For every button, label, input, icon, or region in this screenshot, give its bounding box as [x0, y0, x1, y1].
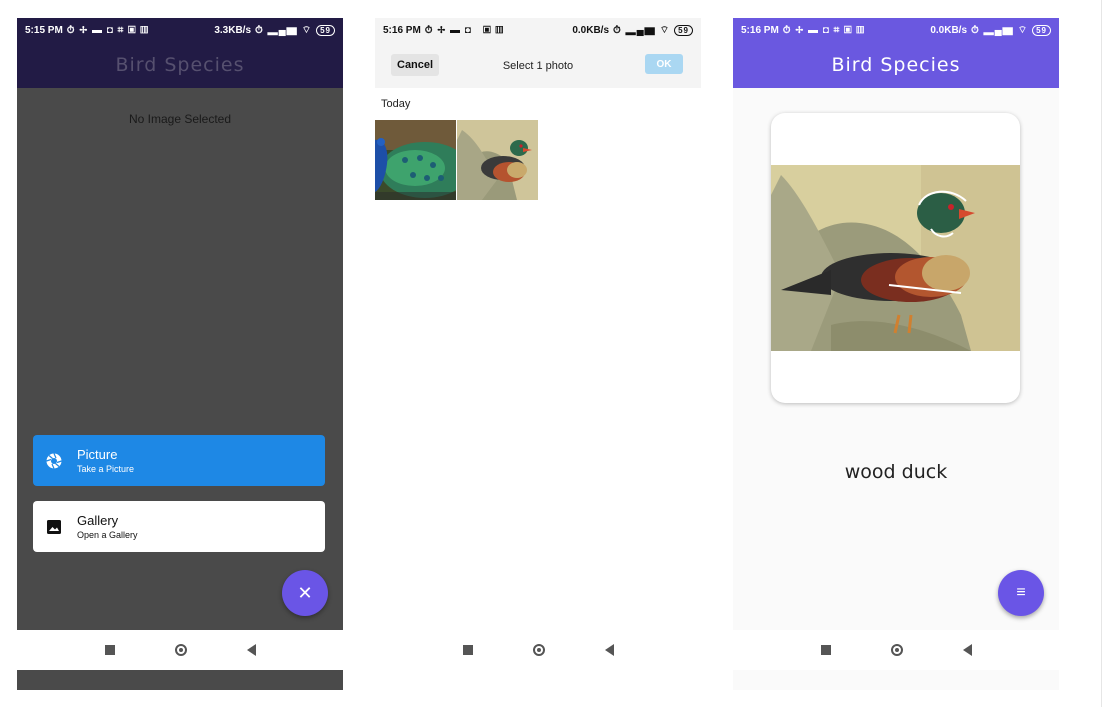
status-bar: 5:16 PM ⏱ ✢ ▬ ◘ ▣ ▥ 0.0KB/s ⏱ ▂▄▆ ⌔ 59 [375, 18, 701, 42]
system-nav-bar [375, 630, 701, 670]
phone-screen-picker: 5:16 PM ⏱ ✢ ▬ ◘ ▣ ▥ 0.0KB/s ⏱ ▂▄▆ ⌔ 59 C… [375, 18, 701, 690]
wifi-icon: ⌔ [301, 24, 313, 36]
battery-icon: 59 [674, 24, 693, 36]
app-title: Bird Species [733, 42, 1059, 88]
home-button[interactable] [174, 644, 187, 656]
picker-toolbar: Cancel Select 1 photo OK [375, 42, 701, 88]
picture-option-subtitle: Take a Picture [77, 464, 135, 474]
status-time: 5:16 PM [741, 24, 779, 36]
empty-state-message: No Image Selected [128, 112, 232, 126]
wifi-icon: ⌔ [1017, 24, 1029, 36]
battery-icon: 59 [1032, 24, 1051, 36]
status-bar: 5:16 PM ⏱ ✢ ▬ ◘ ⌗ ▣ ▥ 0.0KB/s ⏱ ▂▄▆ ⌔ 59 [733, 18, 1059, 42]
back-button[interactable] [962, 644, 972, 656]
home-button[interactable] [532, 644, 545, 656]
recents-button[interactable] [462, 645, 473, 655]
home-button[interactable] [890, 644, 903, 656]
app-title: Bird Species [17, 42, 343, 88]
menu-fab-button[interactable]: ≡ [998, 570, 1044, 616]
status-bar: 5:15 PM ⏱ ✢ ▬ ◘ ⌗ ▣ ▥ 3.3KB/s ⏱ ▂▄▆ ⌔ 59 [17, 18, 343, 42]
status-icons: ⏱ ✢ ▬ ◘ ⌗ ▣ ▥ [66, 24, 150, 36]
network-speed: 0.0KB/s [572, 24, 610, 36]
status-icons: ⏱ ✢ ▬ ◘ ▣ ▥ [424, 24, 505, 36]
selected-bird-photo [771, 165, 1020, 351]
menu-icon: ≡ [1016, 584, 1026, 601]
phone-screen-result: 5:16 PM ⏱ ✢ ▬ ◘ ⌗ ▣ ▥ 0.0KB/s ⏱ ▂▄▆ ⌔ 59… [733, 18, 1059, 690]
back-button[interactable] [604, 644, 614, 656]
battery-icon: 59 [316, 24, 335, 36]
signal-icon: ⏱ ▂▄▆ [613, 24, 656, 36]
camera-shutter-icon [45, 452, 63, 470]
section-label: Today [381, 98, 411, 110]
system-nav-bar [733, 630, 1059, 670]
gallery-option-button[interactable]: Gallery Open a Gallery [33, 501, 325, 552]
prediction-label: wood duck [844, 461, 948, 483]
recents-button[interactable] [820, 645, 831, 655]
gallery-option-title: Gallery [77, 513, 119, 528]
close-fab-button[interactable]: ✕ [282, 570, 328, 616]
peacock-thumbnail[interactable] [375, 120, 456, 200]
image-card [771, 113, 1020, 403]
picture-option-button[interactable]: Picture Take a Picture [33, 435, 325, 486]
page-scrollbar[interactable] [1101, 0, 1107, 707]
status-time: 5:16 PM [383, 24, 421, 36]
recents-button[interactable] [104, 645, 115, 655]
picture-option-title: Picture [77, 447, 118, 462]
network-speed: 3.3KB/s [214, 24, 252, 36]
back-button[interactable] [246, 644, 256, 656]
system-nav-bar [17, 630, 343, 670]
wood-duck-thumbnail[interactable] [457, 120, 538, 200]
signal-icon: ⏱ ▂▄▆ [971, 24, 1014, 36]
network-speed: 0.0KB/s [930, 24, 968, 36]
gallery-option-subtitle: Open a Gallery [77, 530, 138, 540]
status-time: 5:15 PM [25, 24, 63, 36]
phone-screen-empty: 5:15 PM ⏱ ✢ ▬ ◘ ⌗ ▣ ▥ 3.3KB/s ⏱ ▂▄▆ ⌔ 59… [17, 18, 343, 690]
signal-icon: ⏱ ▂▄▆ [255, 24, 298, 36]
close-icon: ✕ [297, 582, 313, 603]
status-icons: ⏱ ✢ ▬ ◘ ⌗ ▣ ▥ [782, 24, 866, 36]
ok-button[interactable]: OK [645, 54, 683, 74]
wifi-icon: ⌔ [659, 24, 671, 36]
image-icon [45, 518, 63, 536]
